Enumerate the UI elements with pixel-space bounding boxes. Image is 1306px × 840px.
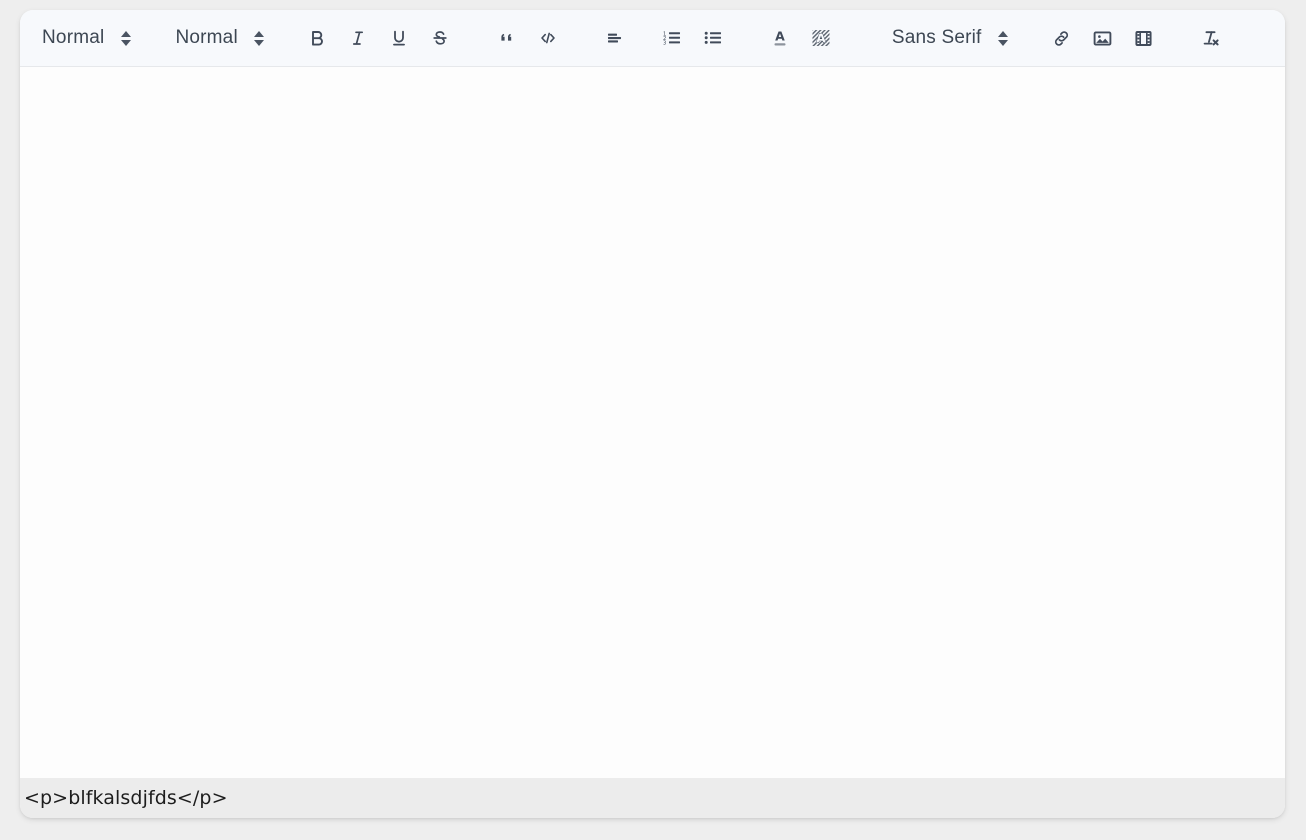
underline-button[interactable] bbox=[379, 18, 420, 58]
size-picker[interactable]: Normal bbox=[163, 21, 270, 55]
rich-text-editor-card: Normal Normal 1 2 3 A A Sans Serif <p>bl… bbox=[20, 10, 1285, 818]
ordered-list-button[interactable]: 1 2 3 bbox=[652, 18, 693, 58]
underline-icon bbox=[393, 30, 406, 46]
align-left-button[interactable] bbox=[595, 18, 636, 58]
size-picker-label: Normal bbox=[175, 27, 238, 48]
link-icon bbox=[1054, 30, 1068, 46]
inline-format-group bbox=[297, 18, 461, 58]
clear-format-icon bbox=[1203, 31, 1219, 46]
code-icon bbox=[541, 32, 556, 44]
strike-button[interactable] bbox=[420, 18, 461, 58]
insert-image-button[interactable] bbox=[1082, 18, 1123, 58]
color-group: A A bbox=[760, 18, 842, 58]
list-group: 1 2 3 bbox=[652, 18, 734, 58]
block-format-group bbox=[487, 18, 569, 58]
bold-icon bbox=[312, 31, 324, 46]
ordered-list-icon: 1 2 3 bbox=[663, 31, 680, 46]
clear-formatting-button[interactable] bbox=[1190, 18, 1231, 58]
blockquote-button[interactable] bbox=[487, 18, 528, 58]
insert-video-button[interactable] bbox=[1123, 18, 1164, 58]
html-source-text: <p>blfkalsdjfds</p> bbox=[24, 787, 228, 809]
insert-group bbox=[1041, 18, 1164, 58]
highlight-color-icon: A bbox=[812, 30, 830, 46]
background-color-button[interactable]: A bbox=[801, 18, 842, 58]
svg-text:3: 3 bbox=[663, 40, 666, 46]
chevron-stacker-icon bbox=[120, 27, 131, 49]
svg-text:A: A bbox=[817, 30, 827, 45]
html-source-status-bar: <p>blfkalsdjfds</p> bbox=[20, 778, 1285, 818]
chevron-stacker-icon bbox=[254, 27, 265, 49]
editor-toolbar: Normal Normal 1 2 3 A A Sans Serif bbox=[20, 10, 1285, 67]
font-picker[interactable]: Sans Serif bbox=[880, 21, 1015, 55]
bullet-list-button[interactable] bbox=[693, 18, 734, 58]
video-icon bbox=[1134, 30, 1152, 46]
header-picker[interactable]: Normal bbox=[30, 21, 137, 55]
align-left-icon bbox=[608, 33, 622, 43]
insert-link-button[interactable] bbox=[1041, 18, 1082, 58]
image-icon bbox=[1093, 30, 1111, 46]
font-picker-label: Sans Serif bbox=[891, 27, 982, 48]
header-picker-label: Normal bbox=[42, 27, 105, 48]
chevron-stacker-icon bbox=[998, 27, 1009, 49]
svg-text:A: A bbox=[776, 29, 786, 44]
editor-content-area[interactable] bbox=[20, 67, 1285, 778]
code-block-button[interactable] bbox=[528, 18, 569, 58]
font-color-icon: A bbox=[774, 29, 786, 46]
italic-icon bbox=[353, 31, 364, 45]
text-color-button[interactable]: A bbox=[760, 18, 801, 58]
quote-icon bbox=[501, 33, 512, 41]
bold-button[interactable] bbox=[297, 18, 338, 58]
strikethrough-icon bbox=[433, 31, 448, 45]
bullet-list-icon bbox=[704, 31, 721, 44]
italic-button[interactable] bbox=[338, 18, 379, 58]
